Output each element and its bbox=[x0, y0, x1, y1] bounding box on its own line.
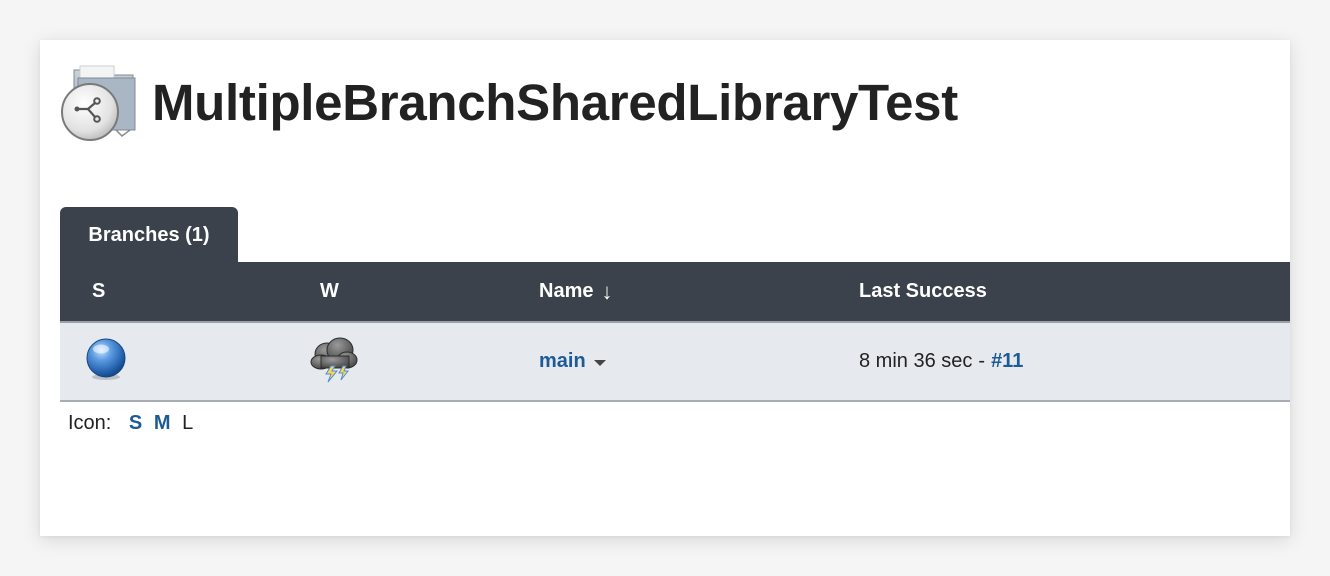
last-success-time: 8 min 36 sec bbox=[859, 350, 973, 372]
multibranch-project-icon bbox=[60, 62, 140, 142]
thunderstorm-icon[interactable] bbox=[307, 332, 361, 392]
tab-branches[interactable]: Branches (1) bbox=[60, 207, 238, 263]
name-cell: main bbox=[539, 323, 606, 400]
icon-size-selector: Icon: S M L bbox=[68, 412, 193, 435]
page-header: MultipleBranchSharedLibraryTest bbox=[60, 62, 958, 142]
main-panel: MultipleBranchSharedLibraryTest Branches… bbox=[40, 40, 1290, 536]
dropdown-caret-icon[interactable] bbox=[593, 359, 606, 366]
branches-table: S W Name ↓ Last Success main 8 min 36 se… bbox=[60, 262, 1290, 402]
icon-size-large-current: L bbox=[182, 412, 194, 434]
table-row: main 8 min 36 sec - #11 bbox=[60, 323, 1290, 402]
branch-name-link[interactable]: main bbox=[539, 350, 586, 373]
column-header-name-label: Name bbox=[539, 280, 594, 302]
table-header: S W Name ↓ Last Success bbox=[60, 262, 1290, 323]
sort-down-arrow-icon: ↓ bbox=[601, 278, 613, 304]
column-header-last-success-label: Last Success bbox=[859, 280, 987, 302]
blue-ball-icon[interactable] bbox=[84, 337, 128, 387]
icon-size-label: Icon: bbox=[68, 412, 112, 434]
last-success-separator: - bbox=[978, 350, 986, 372]
column-header-name[interactable]: Name ↓ bbox=[539, 262, 612, 321]
column-header-weather[interactable]: W bbox=[320, 262, 339, 321]
column-header-weather-label: W bbox=[320, 280, 339, 302]
page-title: MultipleBranchSharedLibraryTest bbox=[152, 73, 958, 131]
icon-size-small-link[interactable]: S bbox=[129, 412, 142, 434]
last-success-cell: 8 min 36 sec - #11 bbox=[859, 323, 1023, 400]
column-header-last-success[interactable]: Last Success bbox=[859, 262, 987, 321]
build-number-link[interactable]: #11 bbox=[991, 350, 1023, 373]
status-cell bbox=[84, 323, 128, 400]
icon-size-medium-link[interactable]: M bbox=[154, 412, 171, 434]
column-header-status[interactable]: S bbox=[92, 262, 105, 321]
column-header-status-label: S bbox=[92, 280, 106, 302]
weather-cell bbox=[307, 323, 361, 400]
